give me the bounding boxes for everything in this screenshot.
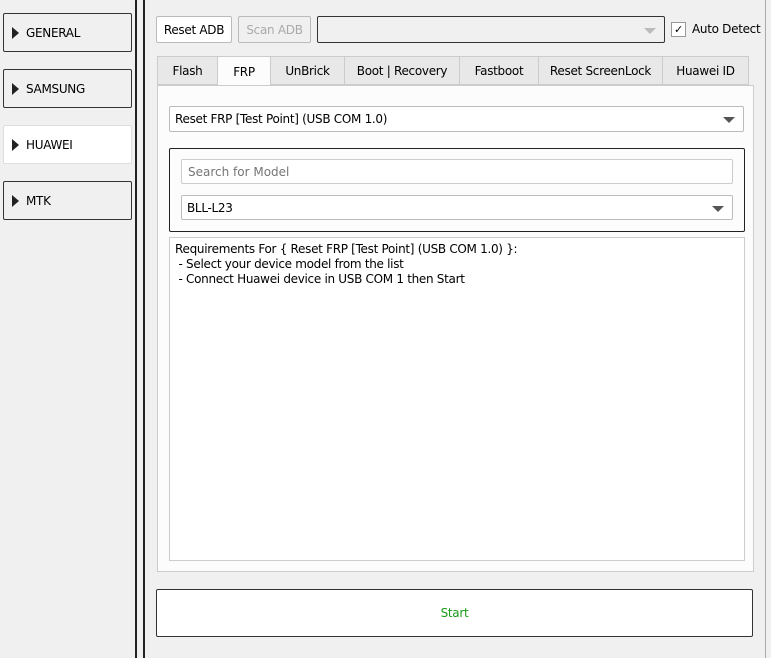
main-panel: Reset ADB Scan ADB ✓ Auto Detect Flash F… <box>143 0 766 658</box>
tab-fastboot[interactable]: Fastboot <box>459 56 538 85</box>
sidebar-item-mtk[interactable]: MTK <box>3 181 132 220</box>
auto-detect-checkbox[interactable]: ✓ <box>671 22 686 37</box>
sidebar-item-label: GENERAL <box>26 25 81 40</box>
sidebar-item-samsung[interactable]: SAMSUNG <box>3 69 132 108</box>
tab-unbrick[interactable]: UnBrick <box>270 56 344 85</box>
requirements-line: - Connect Huawei device in USB COM 1 the… <box>175 272 465 286</box>
sidebar-item-general[interactable]: GENERAL <box>3 13 132 52</box>
requirements-log[interactable]: Requirements For { Reset FRP [Test Point… <box>169 237 745 561</box>
operation-value: Reset FRP [Test Point] (USB COM 1.0) <box>175 112 388 126</box>
chevron-down-icon <box>712 205 724 212</box>
tab-boot-recovery[interactable]: Boot | Recovery <box>344 56 459 85</box>
auto-detect-label: Auto Detect <box>692 22 761 36</box>
model-value: BLL-L23 <box>187 200 233 215</box>
chevron-down-icon <box>723 117 735 123</box>
sidebar-item-label: HUAWEI <box>26 137 73 152</box>
expand-arrow-icon <box>12 26 19 39</box>
tab-huawei-id[interactable]: Huawei ID <box>662 56 749 85</box>
sidebar-item-label: MTK <box>26 193 51 208</box>
tab-flash[interactable]: Flash <box>157 56 217 85</box>
chevron-down-icon <box>644 27 656 34</box>
expand-arrow-icon <box>12 82 19 95</box>
model-search-input[interactable] <box>181 159 733 184</box>
reset-adb-button[interactable]: Reset ADB <box>156 16 232 43</box>
sidebar-item-huawei[interactable]: HUAWEI <box>3 125 132 164</box>
tab-bar: Flash FRP UnBrick Boot | Recovery Fastbo… <box>157 56 749 86</box>
scan-adb-button[interactable]: Scan ADB <box>238 16 311 43</box>
start-button[interactable]: Start <box>156 589 753 637</box>
tab-frp[interactable]: FRP <box>217 56 270 86</box>
model-group: BLL-L23 <box>169 148 745 232</box>
tab-reset-screenlock[interactable]: Reset ScreenLock <box>538 56 662 85</box>
sidebar-item-label: SAMSUNG <box>26 81 85 96</box>
requirements-line: Requirements For { Reset FRP [Test Point… <box>175 242 518 256</box>
operation-select[interactable]: Reset FRP [Test Point] (USB COM 1.0) <box>169 106 744 132</box>
model-select[interactable]: BLL-L23 <box>181 195 733 220</box>
requirements-line: - Select your device model from the list <box>175 257 404 271</box>
frp-tab-pane: Reset FRP [Test Point] (USB COM 1.0) BLL… <box>157 85 754 572</box>
sidebar: GENERAL SAMSUNG HUAWEI MTK <box>0 0 137 658</box>
expand-arrow-icon <box>12 194 19 207</box>
expand-arrow-icon <box>12 138 19 151</box>
device-combo[interactable] <box>317 16 665 43</box>
